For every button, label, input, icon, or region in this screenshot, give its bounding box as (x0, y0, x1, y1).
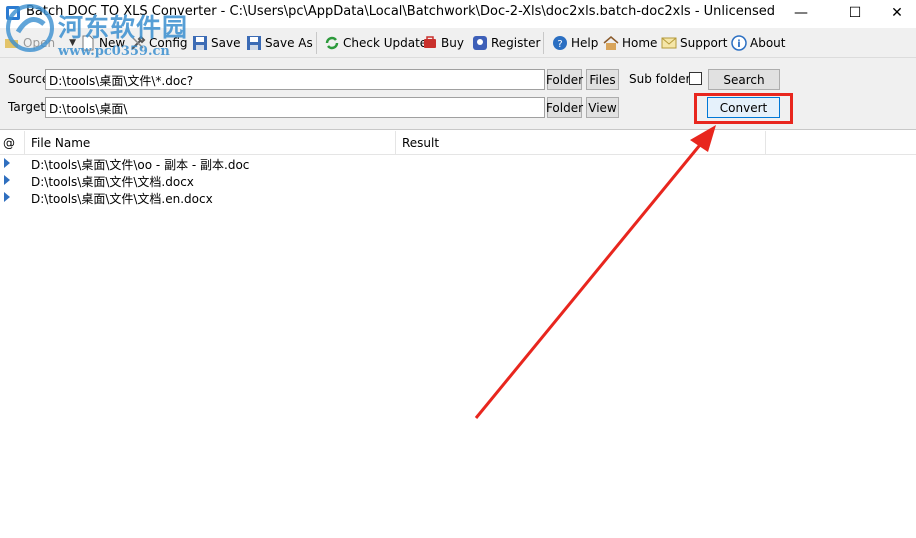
source-label: Source (8, 72, 50, 86)
config-label: Config (149, 36, 188, 50)
toolbar: Open ▼ New Config Save Save As Check Upd… (0, 28, 916, 58)
target-input[interactable]: D:\tools\桌面\ (45, 97, 545, 118)
open-dropdown-icon[interactable]: ▼ (69, 38, 76, 48)
subfolders-checkbox[interactable] (689, 72, 702, 85)
svg-text:?: ? (557, 39, 562, 50)
window-title: Batch DOC TO XLS Converter - C:\Users\pc… (26, 4, 776, 19)
svg-text:i: i (737, 39, 740, 50)
support-button[interactable]: Support (661, 33, 727, 53)
open-label: Open (23, 36, 56, 50)
close-button[interactable]: ✕ (878, 0, 916, 26)
table-row[interactable]: D:\tools\桌面\文件\文档.en.docx (0, 189, 916, 206)
save-as-label: Save As (265, 36, 313, 50)
home-icon (603, 36, 619, 50)
maximize-button[interactable]: ☐ (832, 0, 878, 26)
source-folder-button[interactable]: Folder (546, 69, 583, 90)
save-label: Save (211, 36, 241, 50)
source-files-button[interactable]: Files (586, 69, 619, 90)
row-file-name: D:\tools\桌面\文件\文档.en.docx (31, 192, 213, 206)
cart-icon (424, 36, 436, 48)
row-file-name: D:\tools\桌面\文件\oo - 副本 - 副本.doc (31, 158, 250, 172)
column-header-result[interactable]: Result (396, 131, 766, 155)
close-icon: ✕ (891, 5, 903, 21)
info-icon: i (731, 35, 747, 51)
row-file-name: D:\tools\桌面\文件\文档.docx (31, 175, 194, 189)
buy-label: Buy (441, 36, 464, 50)
source-input[interactable]: D:\tools\桌面\文件\*.doc? (45, 69, 545, 90)
help-label: Help (571, 36, 599, 50)
row-pointer-icon (4, 175, 10, 185)
save-as-icon (247, 36, 261, 50)
check-update-label: Check Update (343, 36, 428, 50)
register-button[interactable]: Register (472, 33, 540, 53)
check-update-button[interactable]: Check Update (324, 33, 427, 53)
table-row[interactable]: D:\tools\桌面\文件\oo - 副本 - 副本.doc (0, 155, 916, 172)
about-button[interactable]: i About (731, 33, 785, 53)
support-label: Support (680, 36, 728, 50)
row-pointer-icon (4, 192, 10, 202)
home-button[interactable]: Home (603, 33, 657, 53)
row-pointer-icon (4, 158, 10, 168)
title-bar: Batch DOC TO XLS Converter - C:\Users\pc… (0, 0, 916, 26)
help-icon: ? (553, 36, 567, 50)
toolbar-separator (316, 32, 317, 54)
save-as-button[interactable]: Save As (246, 33, 313, 53)
search-button[interactable]: Search (708, 69, 780, 90)
column-header-status[interactable]: @ (0, 131, 25, 155)
refresh-icon (325, 36, 339, 50)
new-file-icon (82, 35, 94, 51)
tools-icon (131, 35, 146, 50)
new-label: New (99, 36, 126, 50)
help-button[interactable]: ? Help (552, 33, 598, 53)
support-icon (661, 37, 677, 49)
open-button[interactable]: Open ▼ (4, 33, 76, 53)
register-label: Register (491, 36, 541, 50)
buy-button[interactable]: Buy (422, 33, 464, 53)
save-button[interactable]: Save (192, 33, 240, 53)
target-folder-button[interactable]: Folder (546, 97, 583, 118)
convert-highlight-box (694, 93, 793, 124)
target-view-button[interactable]: View (586, 97, 619, 118)
app-icon (6, 6, 20, 20)
table-header: @ File Name Result (0, 131, 916, 155)
table-row[interactable]: D:\tools\桌面\文件\文档.docx (0, 172, 916, 189)
about-label: About (750, 36, 786, 50)
maximize-icon: ☐ (848, 5, 862, 21)
target-label: Target (8, 100, 46, 114)
floppy-disk-icon (193, 36, 207, 50)
subfolders-label: Sub folders (629, 72, 697, 86)
config-button[interactable]: Config (130, 33, 188, 53)
column-header-file-name[interactable]: File Name (25, 131, 396, 155)
home-label: Home (622, 36, 658, 50)
minimize-button[interactable]: — (778, 0, 824, 26)
folder-open-icon (5, 39, 18, 48)
minimize-icon: — (794, 5, 808, 21)
new-button[interactable]: New (80, 33, 125, 53)
register-icon (473, 36, 487, 50)
toolbar-separator (543, 32, 544, 54)
